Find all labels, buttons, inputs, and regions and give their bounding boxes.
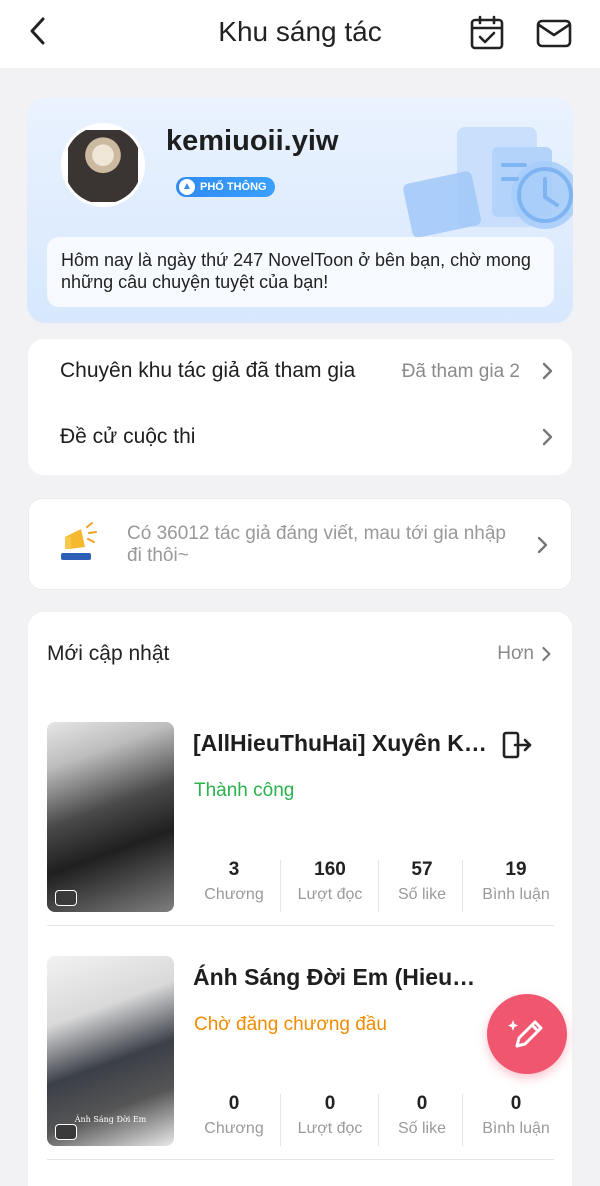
work-status: Chờ đăng chương đầu (194, 1014, 387, 1035)
more-link[interactable]: Hơn (497, 643, 552, 665)
stat-value: 57 (411, 859, 433, 880)
item-divider (47, 925, 554, 926)
work-cover-image[interactable]: Ánh Sáng Đời Em (47, 956, 174, 1146)
stat-label: Lượt đọc (297, 886, 363, 903)
stat-divider (280, 1094, 281, 1146)
avatar[interactable] (61, 123, 145, 207)
username: kemiuoii.yiw (166, 125, 339, 157)
stat-value: 0 (510, 1093, 522, 1114)
create-story-button[interactable] (487, 994, 567, 1074)
stat-likes: 57 Số like (376, 858, 468, 908)
chevron-right-icon (542, 362, 553, 380)
work-status: Thành công (194, 780, 295, 801)
mail-icon (536, 19, 572, 48)
level-badge: ▲ PHỔ THÔNG (176, 177, 275, 197)
menu-item-label: Đề cử cuộc thi (60, 425, 196, 448)
chevron-right-icon (537, 536, 548, 554)
stat-label: Chương (204, 886, 264, 903)
work-item[interactable]: Ánh Sáng Đời Em Ánh Sáng Đời Em (HieuGav… (28, 956, 572, 1162)
stat-comments: 19 Bình luận (470, 858, 562, 908)
stat-value: 0 (228, 1093, 240, 1114)
stat-label: Bình luận (482, 1120, 550, 1137)
page-title: Khu sáng tác (218, 16, 382, 47)
item-divider (47, 1159, 554, 1160)
stat-value: 19 (505, 859, 527, 880)
chat-bubble-icon (55, 890, 77, 906)
calendar-button[interactable] (468, 14, 506, 52)
invite-banner[interactable]: Có 36012 tác giả đáng viết, mau tới gia … (28, 498, 572, 590)
badge-shield-icon: ▲ (179, 179, 195, 195)
work-stats: 3 Chương 160 Lượt đọc 57 Số like 19 Bình… (188, 858, 554, 912)
stat-value: 160 (314, 859, 346, 880)
menu-item-value: Đã tham gia 2 (401, 361, 520, 382)
avatar-image (68, 130, 138, 202)
exit-door-button[interactable] (501, 730, 533, 760)
stat-reads: 160 Lượt đọc (284, 858, 376, 908)
stat-likes: 0 Số like (376, 1092, 468, 1142)
stat-reads: 0 Lượt đọc (284, 1092, 376, 1142)
menu-card: Chuyên khu tác giả đã tham gia Đã tham g… (28, 339, 572, 475)
profile-card: kemiuoii.yiw ▲ PHỔ THÔNG Hôm nay là ngày… (27, 97, 573, 323)
stat-label: Lượt đọc (297, 1120, 363, 1137)
stat-value: 0 (324, 1093, 336, 1114)
megaphone-icon (61, 522, 97, 560)
chat-bubble-icon (55, 1124, 77, 1140)
stat-divider (280, 860, 281, 912)
work-stats: 0 Chương 0 Lượt đọc 0 Số like 0 Bình luậ… (188, 1092, 554, 1146)
invite-text: Có 36012 tác giả đáng viết, mau tới gia … (127, 523, 506, 566)
badge-label: PHỔ THÔNG (200, 181, 267, 193)
chevron-right-icon (542, 646, 551, 662)
menu-item-contest[interactable]: Đề cử cuộc thi (28, 405, 572, 471)
cover-caption: Ánh Sáng Đời Em (74, 1115, 147, 1124)
work-title[interactable]: Ánh Sáng Đời Em (HieuGav) (193, 964, 493, 991)
stat-comments: 0 Bình luận (470, 1092, 562, 1142)
work-title[interactable]: [AllHieuThuHai] Xuyên Khô... (193, 730, 493, 757)
greeting-message: Hôm nay là ngày thứ 247 NovelToon ở bên … (47, 237, 554, 307)
mail-button[interactable] (534, 14, 574, 52)
exit-door-icon (502, 731, 532, 759)
pencil-sparkle-icon (508, 1020, 543, 1048)
work-item[interactable]: [AllHieuThuHai] Xuyên Khô... Thành công … (28, 722, 572, 928)
stat-value: 0 (416, 1093, 428, 1114)
stat-label: Bình luận (482, 886, 550, 903)
recent-works-card: Mới cập nhật Hơn [AllHieuThuHai] Xuyên K… (28, 612, 572, 1186)
section-title: Mới cập nhật (47, 642, 170, 665)
stat-value: 3 (228, 859, 240, 880)
calendar-check-icon (470, 15, 504, 50)
menu-item-joined-zones[interactable]: Chuyên khu tác giả đã tham gia Đã tham g… (28, 339, 572, 405)
document-clock-decoration-icon (403, 127, 573, 238)
top-bar: Khu sáng tác (0, 0, 600, 68)
stat-label: Chương (204, 1120, 264, 1137)
menu-item-label: Chuyên khu tác giả đã tham gia (60, 359, 356, 382)
stat-chapters: 3 Chương (188, 858, 280, 908)
more-label: Hơn (497, 643, 534, 664)
stat-divider (462, 860, 463, 912)
work-cover-image[interactable] (47, 722, 174, 912)
chevron-right-icon (542, 428, 553, 446)
stat-chapters: 0 Chương (188, 1092, 280, 1142)
stat-label: Số like (397, 886, 447, 903)
stat-divider (462, 1094, 463, 1146)
stat-label: Số like (397, 1120, 447, 1137)
